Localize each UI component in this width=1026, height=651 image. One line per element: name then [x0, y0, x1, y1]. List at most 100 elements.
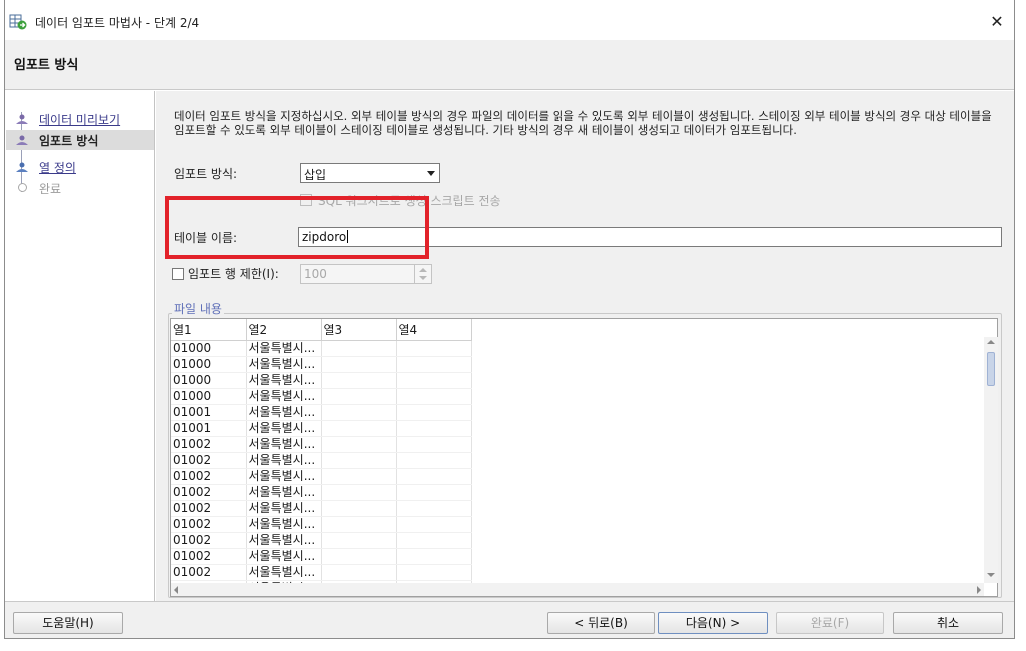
table-header-row: 열1 열2 열3 열4: [171, 319, 472, 341]
table-cell: 서울특별시...: [246, 468, 322, 485]
table-cell: [321, 420, 397, 437]
column-header[interactable]: 열2: [246, 319, 322, 341]
table-cell: 01000: [171, 388, 247, 405]
table-cell: 01002: [171, 548, 247, 565]
column-header[interactable]: 열3: [321, 319, 397, 341]
file-contents-grid[interactable]: 열1 열2 열3 열4 01000 서울특별시... 01000 서울특별시... 01…: [170, 318, 998, 597]
data-table: 열1 열2 열3 열4 01000 서울특별시... 01000 서울특별시... 01…: [171, 319, 472, 596]
table-cell: [321, 564, 397, 581]
table-cell: [396, 500, 472, 517]
table-cell: 01002: [171, 452, 247, 469]
table-row[interactable]: 01001 서울특별시...: [171, 404, 472, 421]
scroll-up-icon[interactable]: [987, 340, 995, 344]
table-row[interactable]: 01002 서울특별시...: [171, 532, 472, 549]
step-label: 완료: [39, 182, 62, 196]
table-cell: 서울특별시...: [246, 564, 322, 581]
import-method-select[interactable]: 삽입: [300, 163, 440, 183]
description-text: 데이터 임포트 방식을 지정하십시오. 외부 테이블 방식의 경우 파일의 데이…: [174, 109, 992, 137]
column-header[interactable]: 열1: [171, 319, 247, 341]
scroll-right-icon[interactable]: [977, 586, 981, 594]
table-cell: [321, 436, 397, 453]
table-row[interactable]: 01000 서울특별시...: [171, 372, 472, 389]
back-button[interactable]: < 뒤로(B): [547, 612, 655, 634]
step-person-icon: [15, 161, 29, 173]
table-cell: [396, 468, 472, 485]
window-title: 데이터 임포트 마법사 - 단계 2/4: [35, 16, 200, 30]
step-label: 열 정의: [39, 161, 76, 175]
table-cell: [396, 516, 472, 533]
table-row[interactable]: 01000 서울특별시...: [171, 340, 472, 357]
scroll-left-icon[interactable]: [174, 586, 178, 594]
table-cell: 서울특별시...: [246, 548, 322, 565]
step-import-method[interactable]: 임포트 방식: [6, 130, 154, 150]
file-contents-label: 파일 내용: [172, 300, 224, 317]
table-cell: [396, 388, 472, 405]
table-cell: 01001: [171, 404, 247, 421]
horizontal-scrollbar[interactable]: [171, 583, 984, 596]
row-limit-label: 임포트 행 제한(I):: [188, 267, 279, 281]
table-cell: 01002: [171, 484, 247, 501]
step-person-icon: [15, 134, 29, 146]
table-row[interactable]: 01002 서울특별시...: [171, 516, 472, 533]
table-cell: [396, 404, 472, 421]
table-row[interactable]: 01000 서울특별시...: [171, 356, 472, 373]
table-cell: [321, 340, 397, 357]
step-data-preview[interactable]: 데이터 미리보기: [15, 109, 155, 129]
table-cell: 01002: [171, 500, 247, 517]
table-cell: 서울특별시...: [246, 500, 322, 517]
table-cell: [321, 356, 397, 373]
table-cell: [321, 548, 397, 565]
vertical-scrollbar[interactable]: [984, 337, 998, 583]
table-cell: [396, 532, 472, 549]
table-cell: 01000: [171, 356, 247, 373]
next-button[interactable]: 다음(N) >: [658, 612, 768, 634]
table-row[interactable]: 01002 서울특별시...: [171, 548, 472, 565]
table-cell: 서울특별시...: [246, 436, 322, 453]
table-row[interactable]: 01002 서울특별시...: [171, 564, 472, 581]
table-cell: [396, 484, 472, 501]
table-cell: 서울특별시...: [246, 388, 322, 405]
table-cell: 01002: [171, 564, 247, 581]
table-cell: [321, 388, 397, 405]
table-cell: 서울특별시...: [246, 452, 322, 469]
table-cell: 01000: [171, 340, 247, 357]
table-row[interactable]: 01002 서울특별시...: [171, 484, 472, 501]
table-cell: [321, 500, 397, 517]
step-label: 데이터 미리보기: [39, 113, 121, 127]
row-limit-checkbox[interactable]: [172, 268, 184, 280]
wizard-app-icon: [9, 13, 27, 30]
table-cell: 01002: [171, 436, 247, 453]
table-row[interactable]: 01002 서울특별시...: [171, 436, 472, 453]
close-icon[interactable]: ✕: [980, 7, 1014, 37]
column-header[interactable]: 열4: [396, 319, 472, 341]
help-button[interactable]: 도움말(H): [13, 612, 123, 634]
table-cell: [396, 452, 472, 469]
step-column-definition[interactable]: 열 정의: [15, 157, 155, 177]
row-limit-spinner: 100: [300, 264, 432, 284]
table-cell: [321, 516, 397, 533]
cancel-button[interactable]: 취소: [893, 612, 1003, 634]
scroll-down-icon[interactable]: [987, 573, 995, 577]
table-cell: [396, 564, 472, 581]
table-row[interactable]: 01000 서울특별시...: [171, 388, 472, 405]
import-method-label: 임포트 방식:: [174, 167, 238, 181]
table-cell: 01002: [171, 532, 247, 549]
table-cell: [396, 372, 472, 389]
table-cell: [321, 532, 397, 549]
step-finish: 완료: [15, 178, 155, 198]
table-cell: [396, 356, 472, 373]
scroll-thumb[interactable]: [987, 352, 995, 386]
row-limit-value: 100: [304, 267, 327, 281]
finish-button: 완료(F): [776, 612, 884, 634]
spinner-up-icon: [419, 268, 427, 272]
table-row[interactable]: 01002 서울특별시...: [171, 500, 472, 517]
table-cell: [396, 436, 472, 453]
table-row[interactable]: 01001 서울특별시...: [171, 420, 472, 437]
table-row[interactable]: 01002 서울특별시...: [171, 452, 472, 469]
table-cell: [396, 340, 472, 357]
step-person-icon: [15, 113, 29, 125]
table-cell: 01002: [171, 516, 247, 533]
table-cell: [396, 420, 472, 437]
table-row[interactable]: 01002 서울특별시...: [171, 468, 472, 485]
table-cell: 서울특별시...: [246, 356, 322, 373]
